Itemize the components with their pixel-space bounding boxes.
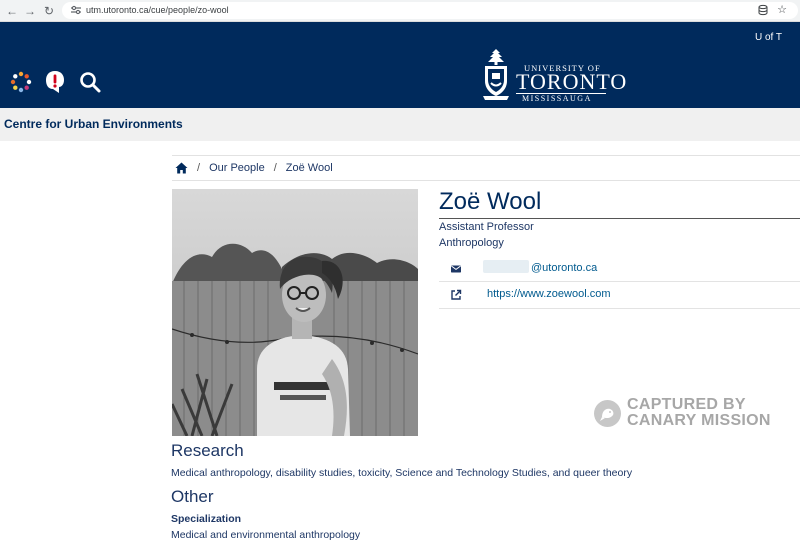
canary-bird-icon bbox=[594, 400, 621, 427]
reload-icon[interactable]: ↻ bbox=[41, 3, 57, 19]
browser-toolbar: ← → ↻ utm.utoronto.ca/cue/people/zo-wool… bbox=[0, 0, 800, 22]
redacted-email-user bbox=[483, 260, 529, 273]
storage-icon[interactable] bbox=[756, 3, 770, 17]
row-divider bbox=[439, 308, 800, 309]
specialization-text: Medical and environmental anthropology bbox=[171, 529, 361, 541]
url-text[interactable]: utm.utoronto.ca/cue/people/zo-wool bbox=[86, 5, 229, 15]
logo-mississauga: MISSISSAUGA bbox=[522, 94, 592, 103]
external-link-icon bbox=[451, 289, 462, 300]
uoft-link[interactable]: U of T bbox=[755, 32, 782, 43]
loading-dots-icon[interactable] bbox=[9, 70, 33, 94]
watermark-line-1: CAPTURED BY bbox=[627, 396, 746, 413]
profile-photo bbox=[172, 189, 418, 436]
address-bar[interactable]: utm.utoronto.ca/cue/people/zo-wool bbox=[62, 2, 798, 19]
home-icon[interactable] bbox=[175, 162, 188, 174]
bookmark-star-icon[interactable]: ☆ bbox=[775, 3, 789, 17]
website-row: https://www.zoewool.com bbox=[439, 282, 800, 308]
profile-title: Assistant Professor bbox=[439, 221, 534, 233]
research-text: Medical anthropology, disability studies… bbox=[171, 467, 633, 479]
profile-department: Anthropology bbox=[439, 237, 504, 249]
site-settings-icon[interactable] bbox=[70, 4, 82, 16]
site-header: U of T UNIVERSITY OF TORONTO MISSISSAUGA bbox=[0, 22, 800, 108]
alert-icon[interactable] bbox=[43, 70, 67, 94]
website-link[interactable]: https://www.zoewool.com bbox=[487, 288, 611, 300]
breadcrumb: / Our People / Zoë Wool bbox=[175, 160, 333, 176]
section-title[interactable]: Centre for Urban Environments bbox=[4, 117, 183, 131]
envelope-icon bbox=[451, 265, 461, 273]
breadcrumb-separator: / bbox=[197, 162, 201, 174]
breadcrumb-current: Zoë Wool bbox=[285, 162, 333, 174]
logo-toronto: TORONTO bbox=[516, 69, 628, 94]
name-underline bbox=[439, 218, 800, 219]
search-icon[interactable] bbox=[78, 70, 102, 94]
research-heading: Research bbox=[171, 441, 244, 460]
forward-icon[interactable]: → bbox=[22, 3, 38, 19]
watermark-line-2: CANARY MISSION bbox=[627, 412, 771, 429]
watermark-text: CAPTURED BY CANARY MISSION bbox=[627, 397, 771, 429]
profile-name: Zoë Wool bbox=[439, 188, 542, 215]
email-row: @utoronto.ca bbox=[439, 256, 800, 282]
section-bar: Centre for Urban Environments bbox=[0, 108, 800, 141]
watermark: CAPTURED BY CANARY MISSION bbox=[594, 397, 774, 433]
back-icon[interactable]: ← bbox=[4, 3, 20, 19]
other-heading: Other bbox=[171, 487, 214, 506]
breadcrumb-top-divider bbox=[172, 155, 800, 156]
university-crest-logo[interactable] bbox=[482, 47, 510, 101]
email-link[interactable]: @utoronto.ca bbox=[531, 262, 597, 274]
breadcrumb-our-people[interactable]: Our People bbox=[209, 162, 265, 174]
specialization-label: Specialization bbox=[171, 513, 242, 525]
breadcrumb-separator: / bbox=[273, 162, 277, 174]
breadcrumb-bottom-divider bbox=[172, 180, 800, 181]
